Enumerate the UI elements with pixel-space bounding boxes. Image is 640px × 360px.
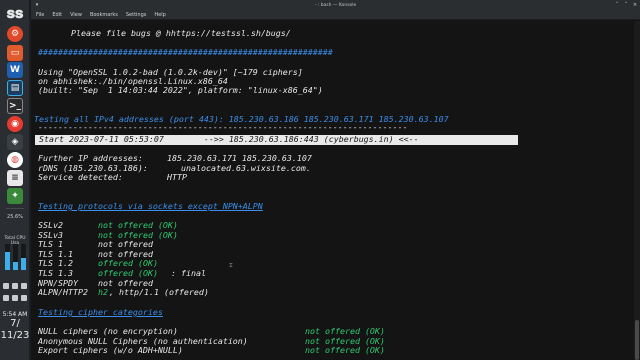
terminal-output[interactable]: Please file bugs @ hhttps://testssl.sh/b… <box>31 21 634 360</box>
maximize-icon[interactable]: ˄ <box>623 2 629 8</box>
notifications-icon[interactable] <box>21 295 27 301</box>
openssl-build: (built: "Sep 1 14:03:44 2022", platform:… <box>38 85 323 95</box>
scrollbar[interactable] <box>634 21 640 360</box>
menu-file[interactable]: File <box>36 12 44 18</box>
bug-report-line: Please file bugs @ hhttps://testssl.sh/b… <box>71 28 291 38</box>
service-value: HTTP <box>167 172 187 182</box>
terminal-app-icon[interactable]: ▤ <box>7 80 23 96</box>
title-bar[interactable]: ▾ - : bash — Konsole ˅ ˄ × <box>31 0 640 10</box>
mouse-cursor-icon: ⌶ <box>229 262 233 269</box>
start-banner: Start 2023-07-11 05:53:07 -->> 185.230.6… <box>35 134 518 145</box>
menu-view[interactable]: View <box>70 12 82 18</box>
protocol-extra: , http/1.1 (offered) <box>109 287 209 297</box>
dash-separator: ----------------------------------------… <box>38 122 408 132</box>
ciphers-heading: Testing cipher categories <box>38 307 163 317</box>
gamepad-icon[interactable]: ◈ <box>7 134 23 150</box>
settings-gear-icon[interactable]: ⚙ <box>7 26 23 42</box>
minimize-icon[interactable]: ˅ <box>614 2 620 8</box>
cpu-bar <box>13 262 18 270</box>
protocol-extra: : final <box>171 268 206 278</box>
close-icon[interactable]: × <box>632 2 638 8</box>
system-tray-row[interactable] <box>3 283 27 291</box>
window-title: - : bash — Konsole <box>314 2 357 8</box>
rdns-value: unalocated.63.wixsite.com. <box>181 163 311 173</box>
protocol-status: h2 <box>98 287 108 297</box>
network-icon[interactable] <box>12 283 18 289</box>
protocols-heading: Testing protocols via sockets except NPN… <box>38 201 263 211</box>
clock-month[interactable]: 7/ <box>0 318 30 329</box>
clock-time[interactable]: 5:54 AM <box>0 311 30 318</box>
menu-settings[interactable]: Settings <box>126 12 147 18</box>
cpu-bar <box>5 252 10 270</box>
system-tray-row[interactable] <box>3 295 27 303</box>
clock-date[interactable]: 11/23 <box>0 330 30 341</box>
cipher-status: not offered (OK) <box>305 345 385 355</box>
konsole-window: ▾ - : bash — Konsole ˅ ˄ × File Edit Vie… <box>31 0 640 360</box>
scrollbar-thumb[interactable] <box>635 320 639 360</box>
protocol-name: ALPN/HTTP2 <box>38 287 88 297</box>
folder-icon[interactable]: ▭ <box>7 45 23 61</box>
volume-icon[interactable] <box>3 295 9 301</box>
menu-bar: File Edit View Bookmarks Settings Help <box>31 10 640 20</box>
text-editor-icon[interactable]: W <box>7 62 23 78</box>
distro-logo-icon[interactable]: 𝐬𝐬 <box>5 3 25 23</box>
left-panel: 𝐬𝐬 ⚙ ▭ W ▤ >_ ◉ ◈ ◍ ≡ ✦ 25.6% Total CPU … <box>0 0 30 360</box>
cpu-label: Total CPU Usa <box>4 236 26 246</box>
menu-help[interactable]: Help <box>154 12 165 18</box>
chrome-icon[interactable]: ◍ <box>7 152 23 168</box>
service-label: Service detected: <box>38 172 123 182</box>
window-menu-icon[interactable]: ▾ <box>34 2 40 8</box>
dock-separator <box>6 208 24 209</box>
cpu-bar <box>21 258 26 270</box>
menu-edit[interactable]: Edit <box>52 12 62 18</box>
konsole-icon[interactable]: >_ <box>7 98 23 114</box>
cpu-percent: 25.6% <box>7 214 23 220</box>
clipboard-icon[interactable] <box>3 283 9 289</box>
bluetooth-icon[interactable] <box>21 283 27 289</box>
security-icon[interactable]: ✦ <box>7 188 23 204</box>
browser-red-icon[interactable]: ◉ <box>7 116 23 132</box>
menu-bookmarks[interactable]: Bookmarks <box>90 12 118 18</box>
hash-separator: ########################################… <box>38 47 333 57</box>
document-icon[interactable]: ≡ <box>7 170 23 186</box>
battery-icon[interactable] <box>12 295 18 301</box>
cipher-name: Export ciphers (w/o ADH+NULL) <box>38 345 183 355</box>
